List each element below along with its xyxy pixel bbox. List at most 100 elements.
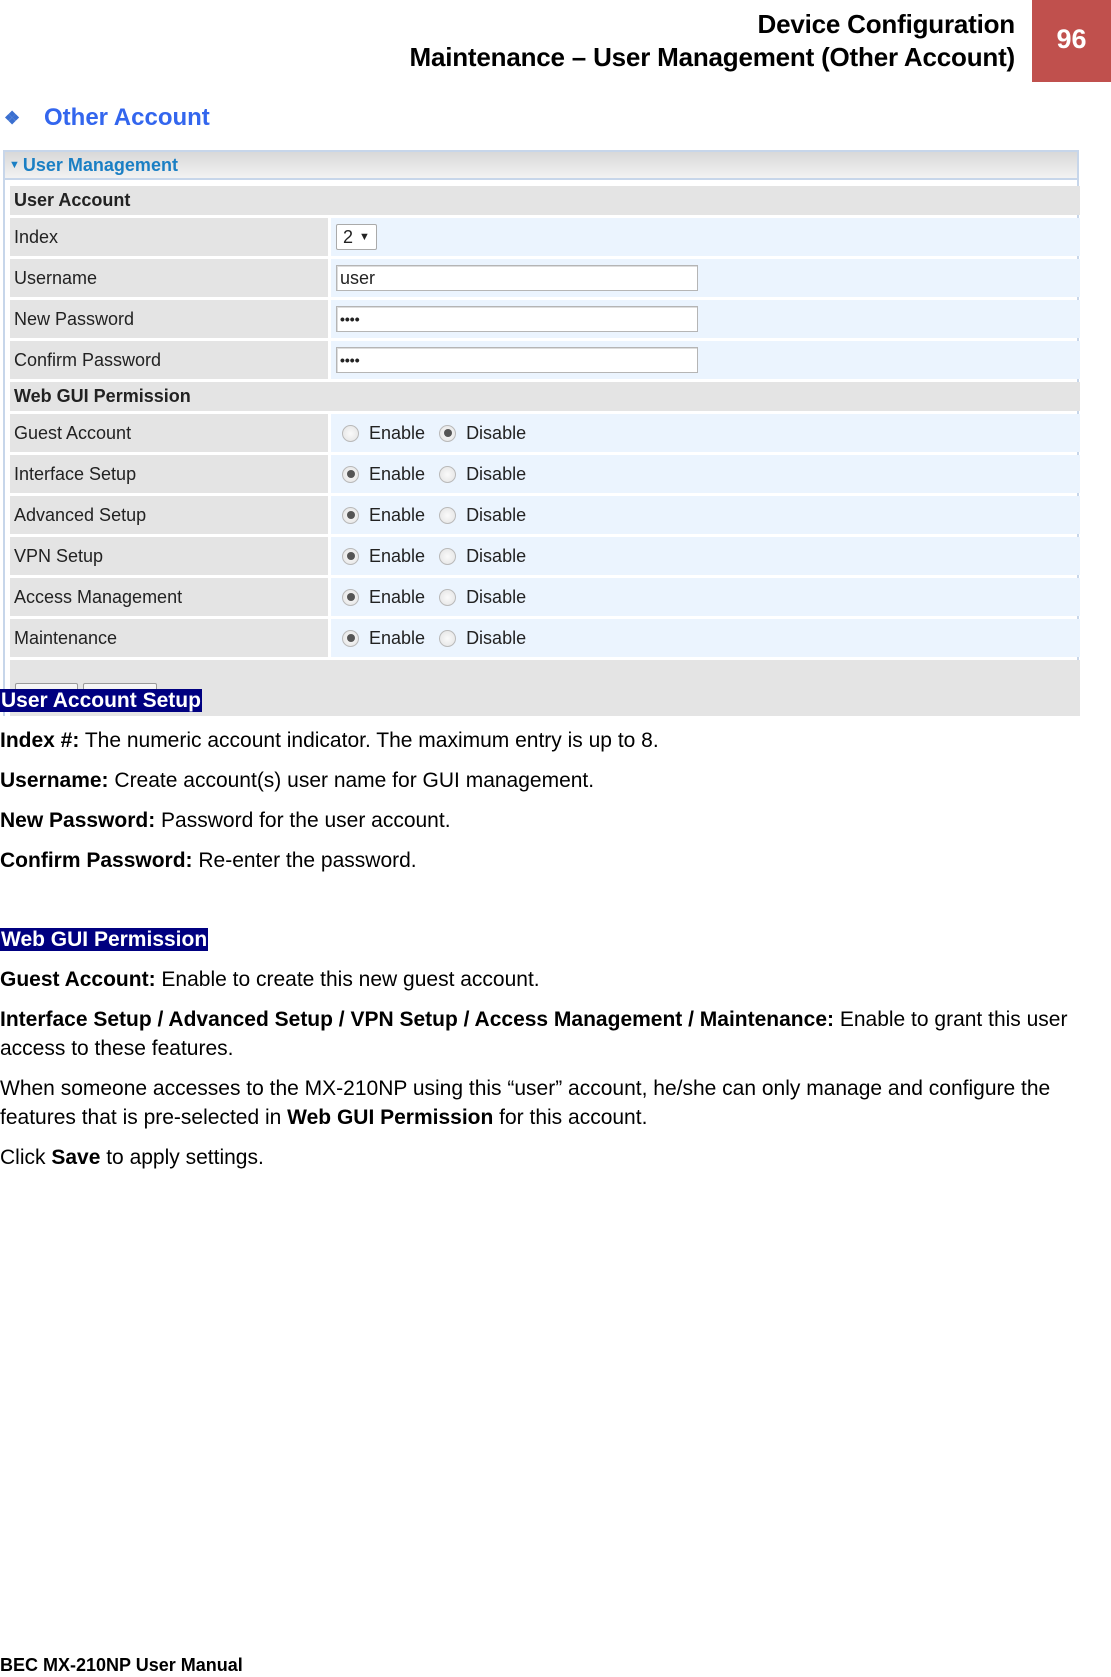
- enable-radio-label[interactable]: Enable: [369, 423, 425, 444]
- definition-term: Interface Setup / Advanced Setup / VPN S…: [0, 1008, 834, 1031]
- page-number-badge: 96: [1032, 0, 1111, 82]
- dropdown-arrow-icon: ▼: [359, 231, 370, 243]
- web-gui-permission-doc-heading: Web GUI Permission: [0, 928, 209, 951]
- permission-options: Enable Disable: [331, 496, 1080, 534]
- access-note-end: for this account.: [493, 1106, 648, 1129]
- permission-label: Access Management: [10, 578, 328, 616]
- disable-radio-label[interactable]: Disable: [466, 546, 526, 567]
- page-header-title: Device Configuration Maintenance – User …: [410, 8, 1016, 74]
- enable-radio[interactable]: [342, 506, 359, 524]
- enable-radio-label[interactable]: Enable: [369, 628, 425, 649]
- enable-radio[interactable]: [342, 588, 359, 606]
- user-account-setup-heading: User Account Setup: [0, 689, 202, 712]
- confirm-password-cell: ••••: [331, 341, 1080, 379]
- permission-label: Interface Setup: [10, 455, 328, 493]
- header-chapter: Device Configuration: [757, 9, 1016, 39]
- new-password-label: New Password: [10, 300, 328, 338]
- permission-row: VPN Setup Enable Disable: [10, 537, 1080, 575]
- section-heading: ❖ Other Account: [4, 104, 210, 132]
- permission-label: Maintenance: [10, 619, 328, 657]
- save-instruction-bold: Save: [51, 1146, 101, 1169]
- index-row: Index 2 ▼: [10, 218, 1080, 256]
- footer-manual-title: BEC MX-210NP User Manual: [0, 1655, 243, 1675]
- enable-radio-label[interactable]: Enable: [369, 587, 425, 608]
- permission-row: Maintenance Enable Disable: [10, 619, 1080, 657]
- permission-label: VPN Setup: [10, 537, 328, 575]
- enable-radio[interactable]: [342, 547, 359, 565]
- access-note-bold: Web GUI Permission: [287, 1106, 494, 1129]
- disable-radio-label[interactable]: Disable: [466, 464, 526, 485]
- user-account-heading: User Account: [10, 186, 1080, 215]
- definition-item: Index #: The numeric account indicator. …: [0, 726, 1108, 755]
- username-cell: user: [331, 259, 1080, 297]
- enable-radio[interactable]: [342, 465, 359, 483]
- definition-desc: Re-enter the password.: [192, 849, 417, 872]
- user-account-setup-section: User Account Setup Index #: The numeric …: [0, 686, 1108, 886]
- web-gui-permission-section: Web GUI Permission Guest Account: Enable…: [0, 925, 1108, 1172]
- panel-header[interactable]: ▼ User Management: [5, 150, 1077, 180]
- definition-desc: Password for the user account.: [155, 809, 451, 832]
- enable-radio[interactable]: [342, 424, 359, 442]
- disable-radio[interactable]: [439, 465, 457, 483]
- collapse-triangle-icon[interactable]: ▼: [9, 159, 20, 171]
- index-select[interactable]: 2 ▼: [336, 224, 377, 250]
- access-note: When someone accesses to the MX-210NP us…: [0, 1074, 1108, 1132]
- definition-item: Username: Create account(s) user name fo…: [0, 766, 1108, 795]
- disable-radio[interactable]: [439, 588, 457, 606]
- section-title: Other Account: [44, 104, 210, 131]
- definition-term: Index #:: [0, 729, 80, 752]
- save-instruction-pre: Click: [0, 1146, 52, 1169]
- index-select-value: 2: [343, 226, 354, 247]
- new-password-row: New Password ••••: [10, 300, 1080, 338]
- definition-term: Username:: [0, 769, 109, 792]
- user-account-form: User Account Index 2 ▼ Username user New…: [10, 186, 1080, 719]
- disable-radio-label[interactable]: Disable: [466, 423, 526, 444]
- disable-radio[interactable]: [439, 424, 457, 442]
- enable-radio-label[interactable]: Enable: [369, 464, 425, 485]
- panel-title: User Management: [22, 154, 178, 175]
- confirm-password-row: Confirm Password ••••: [10, 341, 1080, 379]
- definition-term: New Password:: [0, 809, 156, 832]
- definition-desc: The numeric account indicator. The maxim…: [79, 729, 659, 752]
- confirm-password-label: Confirm Password: [10, 341, 328, 379]
- username-row: Username user: [10, 259, 1080, 297]
- index-cell: 2 ▼: [331, 218, 1080, 256]
- definition-item: New Password: Password for the user acco…: [0, 806, 1108, 835]
- header-section: Maintenance – User Management (Other Acc…: [409, 42, 1016, 72]
- disable-radio[interactable]: [439, 547, 457, 565]
- web-gui-permission-heading: Web GUI Permission: [10, 382, 1080, 411]
- definition-item: Confirm Password: Re-enter the password.: [0, 846, 1108, 875]
- disable-radio-label[interactable]: Disable: [466, 628, 526, 649]
- permission-options: Enable Disable: [331, 414, 1080, 452]
- enable-radio-label[interactable]: Enable: [369, 546, 425, 567]
- disable-radio-label[interactable]: Disable: [466, 587, 526, 608]
- definition-desc: Enable to create this new guest account.: [155, 968, 540, 991]
- permission-label: Advanced Setup: [10, 496, 328, 534]
- permission-row: Access Management Enable Disable: [10, 578, 1080, 616]
- definition-item: Guest Account: Enable to create this new…: [0, 965, 1108, 994]
- diamond-bullet-icon: ❖: [4, 107, 21, 128]
- permission-options: Enable Disable: [331, 537, 1080, 575]
- disable-radio[interactable]: [439, 506, 457, 524]
- permission-label: Guest Account: [10, 414, 328, 452]
- permission-row: Interface Setup Enable Disable: [10, 455, 1080, 493]
- enable-radio-label[interactable]: Enable: [369, 505, 425, 526]
- username-label: Username: [10, 259, 328, 297]
- permission-options: Enable Disable: [331, 619, 1080, 657]
- new-password-input[interactable]: ••••: [336, 306, 698, 332]
- enable-radio[interactable]: [342, 629, 359, 647]
- user-management-panel: ▼ User Management User Account Index 2 ▼…: [3, 150, 1080, 719]
- username-input[interactable]: user: [336, 265, 698, 291]
- disable-radio-label[interactable]: Disable: [466, 505, 526, 526]
- save-instruction-post: to apply settings.: [100, 1146, 264, 1169]
- definition-item: Interface Setup / Advanced Setup / VPN S…: [0, 1005, 1108, 1063]
- new-password-cell: ••••: [331, 300, 1080, 338]
- disable-radio[interactable]: [439, 629, 457, 647]
- permission-options: Enable Disable: [331, 455, 1080, 493]
- confirm-password-input[interactable]: ••••: [336, 347, 698, 373]
- definition-term: Guest Account:: [0, 968, 156, 991]
- permission-options: Enable Disable: [331, 578, 1080, 616]
- index-label: Index: [10, 218, 328, 256]
- permission-row: Advanced Setup Enable Disable: [10, 496, 1080, 534]
- permission-row: Guest Account Enable Disable: [10, 414, 1080, 452]
